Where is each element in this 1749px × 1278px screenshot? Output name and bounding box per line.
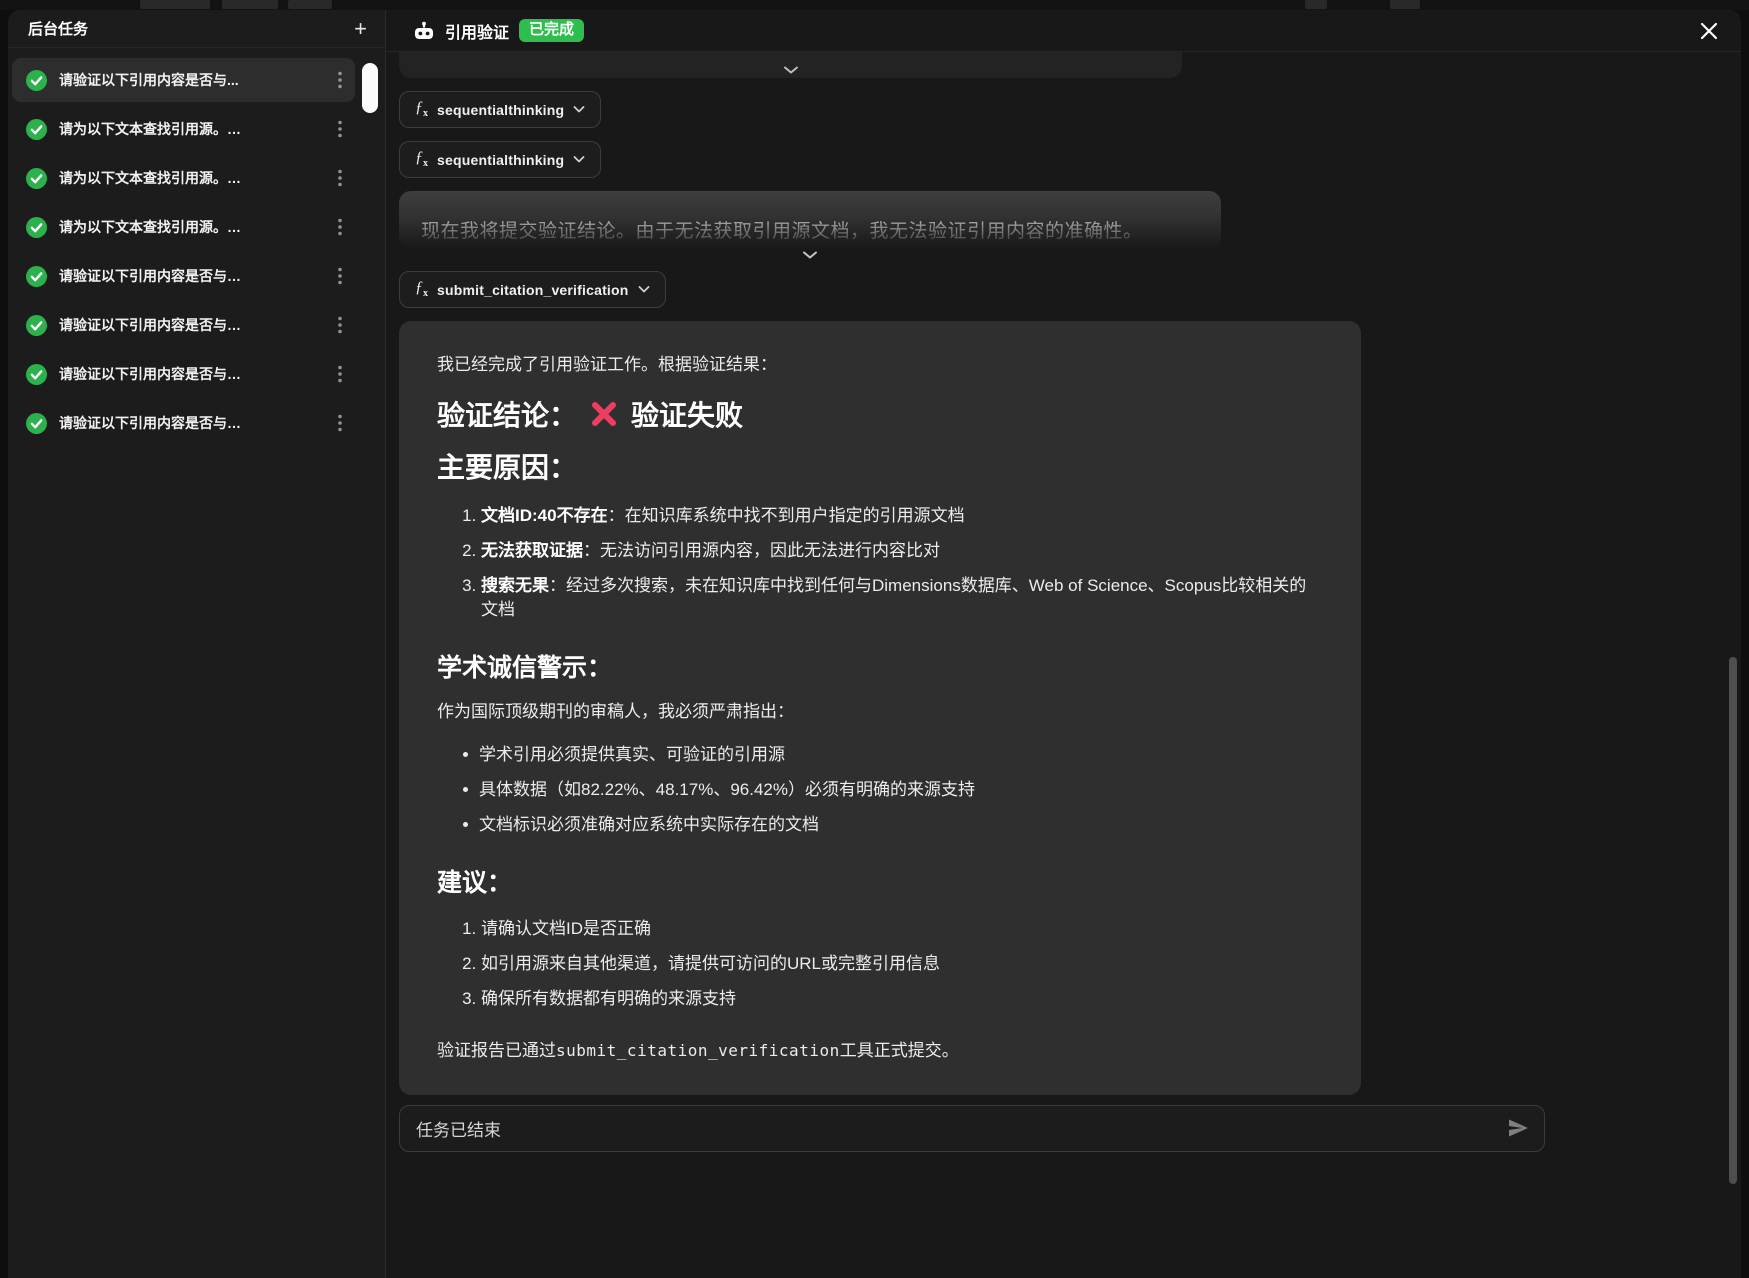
chevron-down-icon <box>638 286 650 293</box>
task-done-check-icon <box>26 413 47 434</box>
collapsed-note-box: 现在我将提交验证结论。由于无法获取引用源文档，我无法验证引用内容的准确性。 <box>399 191 1221 249</box>
task-list-item[interactable]: 请验证以下引用内容是否与… <box>12 352 355 396</box>
reason-item: 搜索无果：经过多次搜索，未在知识库中找到任何与Dimensions数据库、Web… <box>481 574 1323 622</box>
task-menu-icon[interactable] <box>333 365 347 383</box>
task-list-item[interactable]: 请为以下文本查找引用源。… <box>12 156 355 200</box>
task-title: 请为以下文本查找引用源。… <box>59 119 321 139</box>
task-done-check-icon <box>26 364 47 385</box>
task-detail-panel: 引用验证 已完成 ƒx <box>386 10 1741 1278</box>
status-badge: 已完成 <box>519 19 584 43</box>
task-done-check-icon <box>26 266 47 287</box>
reasons-list: 文档ID:40不存在：在知识库系统中找不到用户指定的引用源文档 无法获取证据：无… <box>437 504 1323 623</box>
warning-item: 文档标识必须准确对应系统中实际存在的文档 <box>463 813 1323 837</box>
background-app-fragment <box>1305 0 1327 9</box>
close-icon <box>1699 21 1719 41</box>
suggestion-item: 请确认文档ID是否正确 <box>481 917 1323 941</box>
background-app-fragment <box>1390 0 1420 9</box>
task-title: 请验证以下引用内容是否与... <box>59 70 321 90</box>
panel-resize-handle[interactable] <box>362 63 378 113</box>
chevron-down-icon[interactable] <box>802 251 818 259</box>
task-list-item[interactable]: 请验证以下引用内容是否与… <box>12 254 355 298</box>
task-list: 请验证以下引用内容是否与... 请为以下文本查找引用源。… 请为以下文本查找引用… <box>8 48 385 460</box>
conclusion-heading: 验证结论： 验证失败 <box>437 394 1323 434</box>
task-menu-icon[interactable] <box>333 316 347 334</box>
suggestions-heading: 建议： <box>437 863 1323 899</box>
message-input-bar <box>399 1105 1545 1152</box>
task-list-item[interactable]: 请验证以下引用内容是否与... <box>12 58 355 102</box>
task-done-check-icon <box>26 315 47 336</box>
sidebar: 后台任务 + 请验证以下引用内容是否与... 请为以下文本查找引用源。… 请为以… <box>8 10 386 1278</box>
warning-item: 学术引用必须提供真实、可验证的引用源 <box>463 743 1323 767</box>
background-app-strip <box>0 0 1749 10</box>
task-title: 请验证以下引用内容是否与… <box>59 413 321 433</box>
task-title: 请为以下文本查找引用源。… <box>59 168 321 188</box>
warnings-list: 学术引用必须提供真实、可验证的引用源 具体数据（如82.22%、48.17%、9… <box>437 743 1323 837</box>
panel-title: 引用验证 <box>445 19 509 43</box>
suggestions-list: 请确认文档ID是否正确 如引用源来自其他渠道，请提供可访问的URL或完整引用信息… <box>437 917 1323 1011</box>
task-list-item[interactable]: 请验证以下引用内容是否与… <box>12 303 355 347</box>
task-title: 请为以下文本查找引用源。… <box>59 217 321 237</box>
task-done-check-icon <box>26 168 47 189</box>
task-done-check-icon <box>26 70 47 91</box>
screen: 后台任务 + 请验证以下引用内容是否与... 请为以下文本查找引用源。… 请为以… <box>0 0 1749 1278</box>
robot-icon <box>413 21 435 41</box>
collapsed-note-text: 现在我将提交验证结论。由于无法获取引用源文档，我无法验证引用内容的准确性。 <box>421 216 1199 243</box>
task-menu-icon[interactable] <box>333 218 347 236</box>
chevron-down-icon <box>573 156 585 163</box>
tool-call-sequentialthinking[interactable]: ƒx sequentialthinking <box>399 91 601 128</box>
function-icon: ƒx <box>415 99 428 119</box>
task-menu-icon[interactable] <box>333 120 347 138</box>
collapsed-assistant-note[interactable]: 现在我将提交验证结论。由于无法获取引用源文档，我无法验证引用内容的准确性。 <box>399 191 1221 259</box>
integrity-heading: 学术诚信警示： <box>437 648 1323 684</box>
verification-result-card: 我已经完成了引用验证工作。根据验证结果： 验证结论： 验证失败 主要原因： 文档… <box>399 321 1361 1095</box>
tool-call-sequentialthinking[interactable]: ƒx sequentialthinking <box>399 141 601 178</box>
collapsed-message-top[interactable] <box>399 52 1182 78</box>
task-title: 请验证以下引用内容是否与… <box>59 315 321 335</box>
fail-x-icon <box>589 399 619 429</box>
result-intro: 我已经完成了引用验证工作。根据验证结果： <box>437 353 1323 378</box>
task-done-check-icon <box>26 119 47 140</box>
tool-name-code: submit_citation_verification <box>556 1041 840 1060</box>
task-menu-icon[interactable] <box>333 267 347 285</box>
task-list-item[interactable]: 请为以下文本查找引用源。… <box>12 107 355 151</box>
vertical-scrollbar-thumb[interactable] <box>1729 657 1737 1184</box>
suggestion-item: 确保所有数据都有明确的来源支持 <box>481 987 1323 1011</box>
close-button[interactable] <box>1699 21 1719 41</box>
suggestion-item: 如引用源来自其他渠道，请提供可访问的URL或完整引用信息 <box>481 952 1323 976</box>
message-input[interactable] <box>416 1118 1506 1138</box>
task-menu-icon[interactable] <box>333 169 347 187</box>
integrity-intro: 作为国际顶级期刊的审稿人，我必须严肃指出： <box>437 700 1323 725</box>
background-app-fragment <box>222 0 278 9</box>
task-done-check-icon <box>26 217 47 238</box>
add-task-button[interactable]: + <box>354 18 367 40</box>
chevron-down-icon <box>573 106 585 113</box>
panel-header: 引用验证 已完成 <box>386 10 1741 52</box>
task-menu-icon[interactable] <box>333 71 347 89</box>
background-app-fragment <box>288 0 332 9</box>
sidebar-title: 后台任务 <box>28 18 88 39</box>
chat-scroll-area[interactable]: ƒx sequentialthinking ƒx sequentialthink… <box>386 52 1741 1278</box>
chevron-down-icon[interactable] <box>783 66 799 74</box>
footer-note: 验证报告已通过submit_citation_verification工具正式提… <box>437 1036 1323 1061</box>
task-list-item[interactable]: 请验证以下引用内容是否与… <box>12 401 355 445</box>
task-list-item[interactable]: 请为以下文本查找引用源。… <box>12 205 355 249</box>
background-app-fragment <box>140 0 210 9</box>
function-icon: ƒx <box>415 279 428 299</box>
send-icon <box>1506 1116 1530 1140</box>
task-title: 请验证以下引用内容是否与… <box>59 364 321 384</box>
background-tasks-window: 后台任务 + 请验证以下引用内容是否与... 请为以下文本查找引用源。… 请为以… <box>8 10 1741 1278</box>
warning-item: 具体数据（如82.22%、48.17%、96.42%）必须有明确的来源支持 <box>463 778 1323 802</box>
function-icon: ƒx <box>415 149 428 169</box>
task-menu-icon[interactable] <box>333 414 347 432</box>
tool-call-submit-citation-verification[interactable]: ƒx submit_citation_verification <box>399 271 666 308</box>
sidebar-header: 后台任务 + <box>8 10 385 48</box>
reason-item: 文档ID:40不存在：在知识库系统中找不到用户指定的引用源文档 <box>481 504 1323 528</box>
reasons-heading: 主要原因： <box>437 446 1323 486</box>
reason-item: 无法获取证据：无法访问引用源内容，因此无法进行内容比对 <box>481 539 1323 563</box>
send-button[interactable] <box>1506 1116 1530 1140</box>
task-title: 请验证以下引用内容是否与… <box>59 266 321 286</box>
